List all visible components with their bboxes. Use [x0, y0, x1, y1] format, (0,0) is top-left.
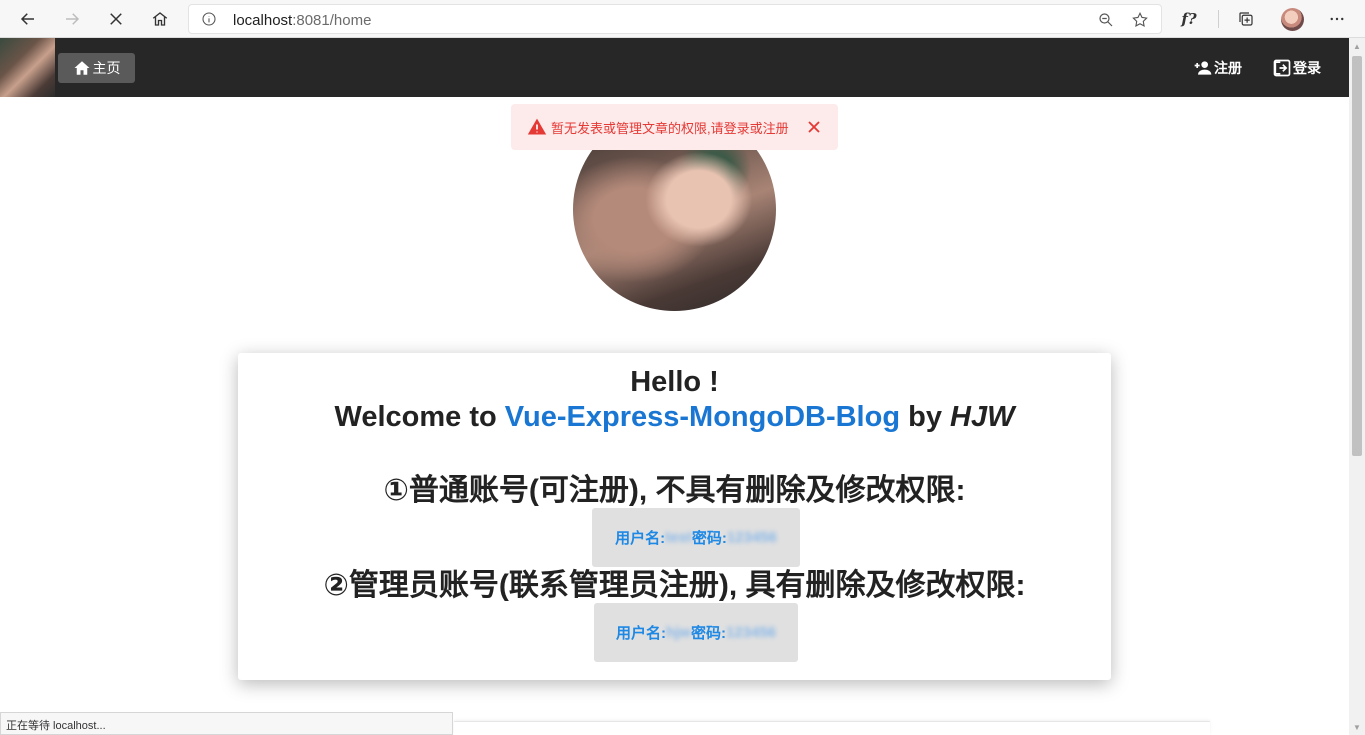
scrollbar-thumb[interactable] [1352, 56, 1362, 456]
collections-icon [1239, 12, 1253, 26]
login-label: 登录 [1293, 60, 1321, 76]
home-icon [152, 12, 168, 26]
forward-button[interactable] [57, 4, 87, 34]
username-label: 用户名: [615, 625, 666, 642]
admin-password: 123456 [725, 624, 777, 641]
normal-username: test [665, 529, 692, 546]
close-icon[interactable] [804, 117, 824, 137]
add-user-icon [1194, 61, 1212, 75]
info-icon[interactable] [201, 11, 217, 27]
font-check-button[interactable]: f? [1174, 4, 1204, 34]
site-logo[interactable] [0, 38, 55, 97]
admin-account-title: ②管理员账号(联系管理员注册), 具有删除及修改权限: [323, 569, 1026, 602]
back-button[interactable] [13, 4, 43, 34]
app-navbar: 主页 注册 登录 [0, 38, 1349, 97]
more-menu-button[interactable] [1322, 4, 1352, 34]
profile-avatar[interactable] [1281, 8, 1304, 31]
hello-heading: Hello ! [630, 366, 719, 398]
close-icon [110, 13, 122, 25]
admin-username: hjw [665, 624, 691, 641]
browser-status-bar: 正在等待 localhost... [0, 712, 453, 735]
normal-account-title: ①普通账号(可注册), 不具有删除及修改权限: [383, 474, 966, 507]
home-nav-label: 主页 [92, 60, 121, 76]
login-button[interactable]: 登录 [1272, 56, 1321, 80]
project-name: Vue-Express-MongoDB-Blog [504, 401, 901, 433]
home-nav-button[interactable]: 主页 [58, 53, 135, 83]
password-label: 密码: [690, 625, 726, 642]
address-bar[interactable]: localhost:8081/home [188, 4, 1162, 34]
scroll-down-icon[interactable]: ▼ [1353, 723, 1361, 732]
toolbar-divider [1218, 10, 1219, 28]
browser-toolbar: localhost:8081/home f? [0, 0, 1365, 38]
login-icon [1273, 59, 1291, 77]
alert-message: 暂无发表或管理文章的权限,请登录或注册 [551, 120, 789, 136]
welcome-heading: Welcome to Vue-Express-MongoDB-Blog by H… [238, 400, 1111, 435]
permission-alert: 暂无发表或管理文章的权限,请登录或注册 [511, 104, 838, 150]
author-name: HJW [950, 401, 1015, 433]
warning-icon [527, 118, 547, 135]
welcome-prefix: Welcome to [334, 401, 505, 433]
page-scrollbar[interactable]: ▲ ▼ [1349, 38, 1365, 735]
url-text: localhost:8081/home [233, 12, 372, 29]
next-card-edge [454, 721, 1210, 735]
register-button[interactable]: 注册 [1193, 56, 1242, 80]
more-dots-icon [1330, 17, 1344, 21]
username-label: 用户名: [615, 530, 666, 547]
register-label: 注册 [1214, 60, 1242, 76]
home-icon [74, 61, 89, 75]
font-fx-icon: f? [1181, 10, 1197, 28]
forward-arrow-icon [66, 13, 80, 25]
back-arrow-icon [20, 13, 34, 25]
zoom-icon[interactable] [1097, 11, 1115, 29]
password-label: 密码: [691, 530, 727, 547]
stop-loading-button[interactable] [101, 4, 131, 34]
scroll-up-icon[interactable]: ▲ [1353, 42, 1361, 51]
welcome-card: Hello ! Welcome to Vue-Express-MongoDB-B… [238, 353, 1111, 680]
home-button[interactable] [145, 4, 175, 34]
admin-credentials: 用户名: hjw 密码: 123456 [594, 603, 798, 662]
page-viewport: 主页 注册 登录 暂无发表或管理文章的权限,请登录或注册 Hello ! Wel… [0, 38, 1349, 735]
collections-button[interactable] [1231, 4, 1261, 34]
normal-password: 123456 [726, 529, 777, 546]
favorite-star-icon[interactable] [1131, 11, 1149, 29]
normal-credentials: 用户名: test 密码: 123456 [592, 508, 800, 567]
by-text: by [900, 401, 951, 433]
